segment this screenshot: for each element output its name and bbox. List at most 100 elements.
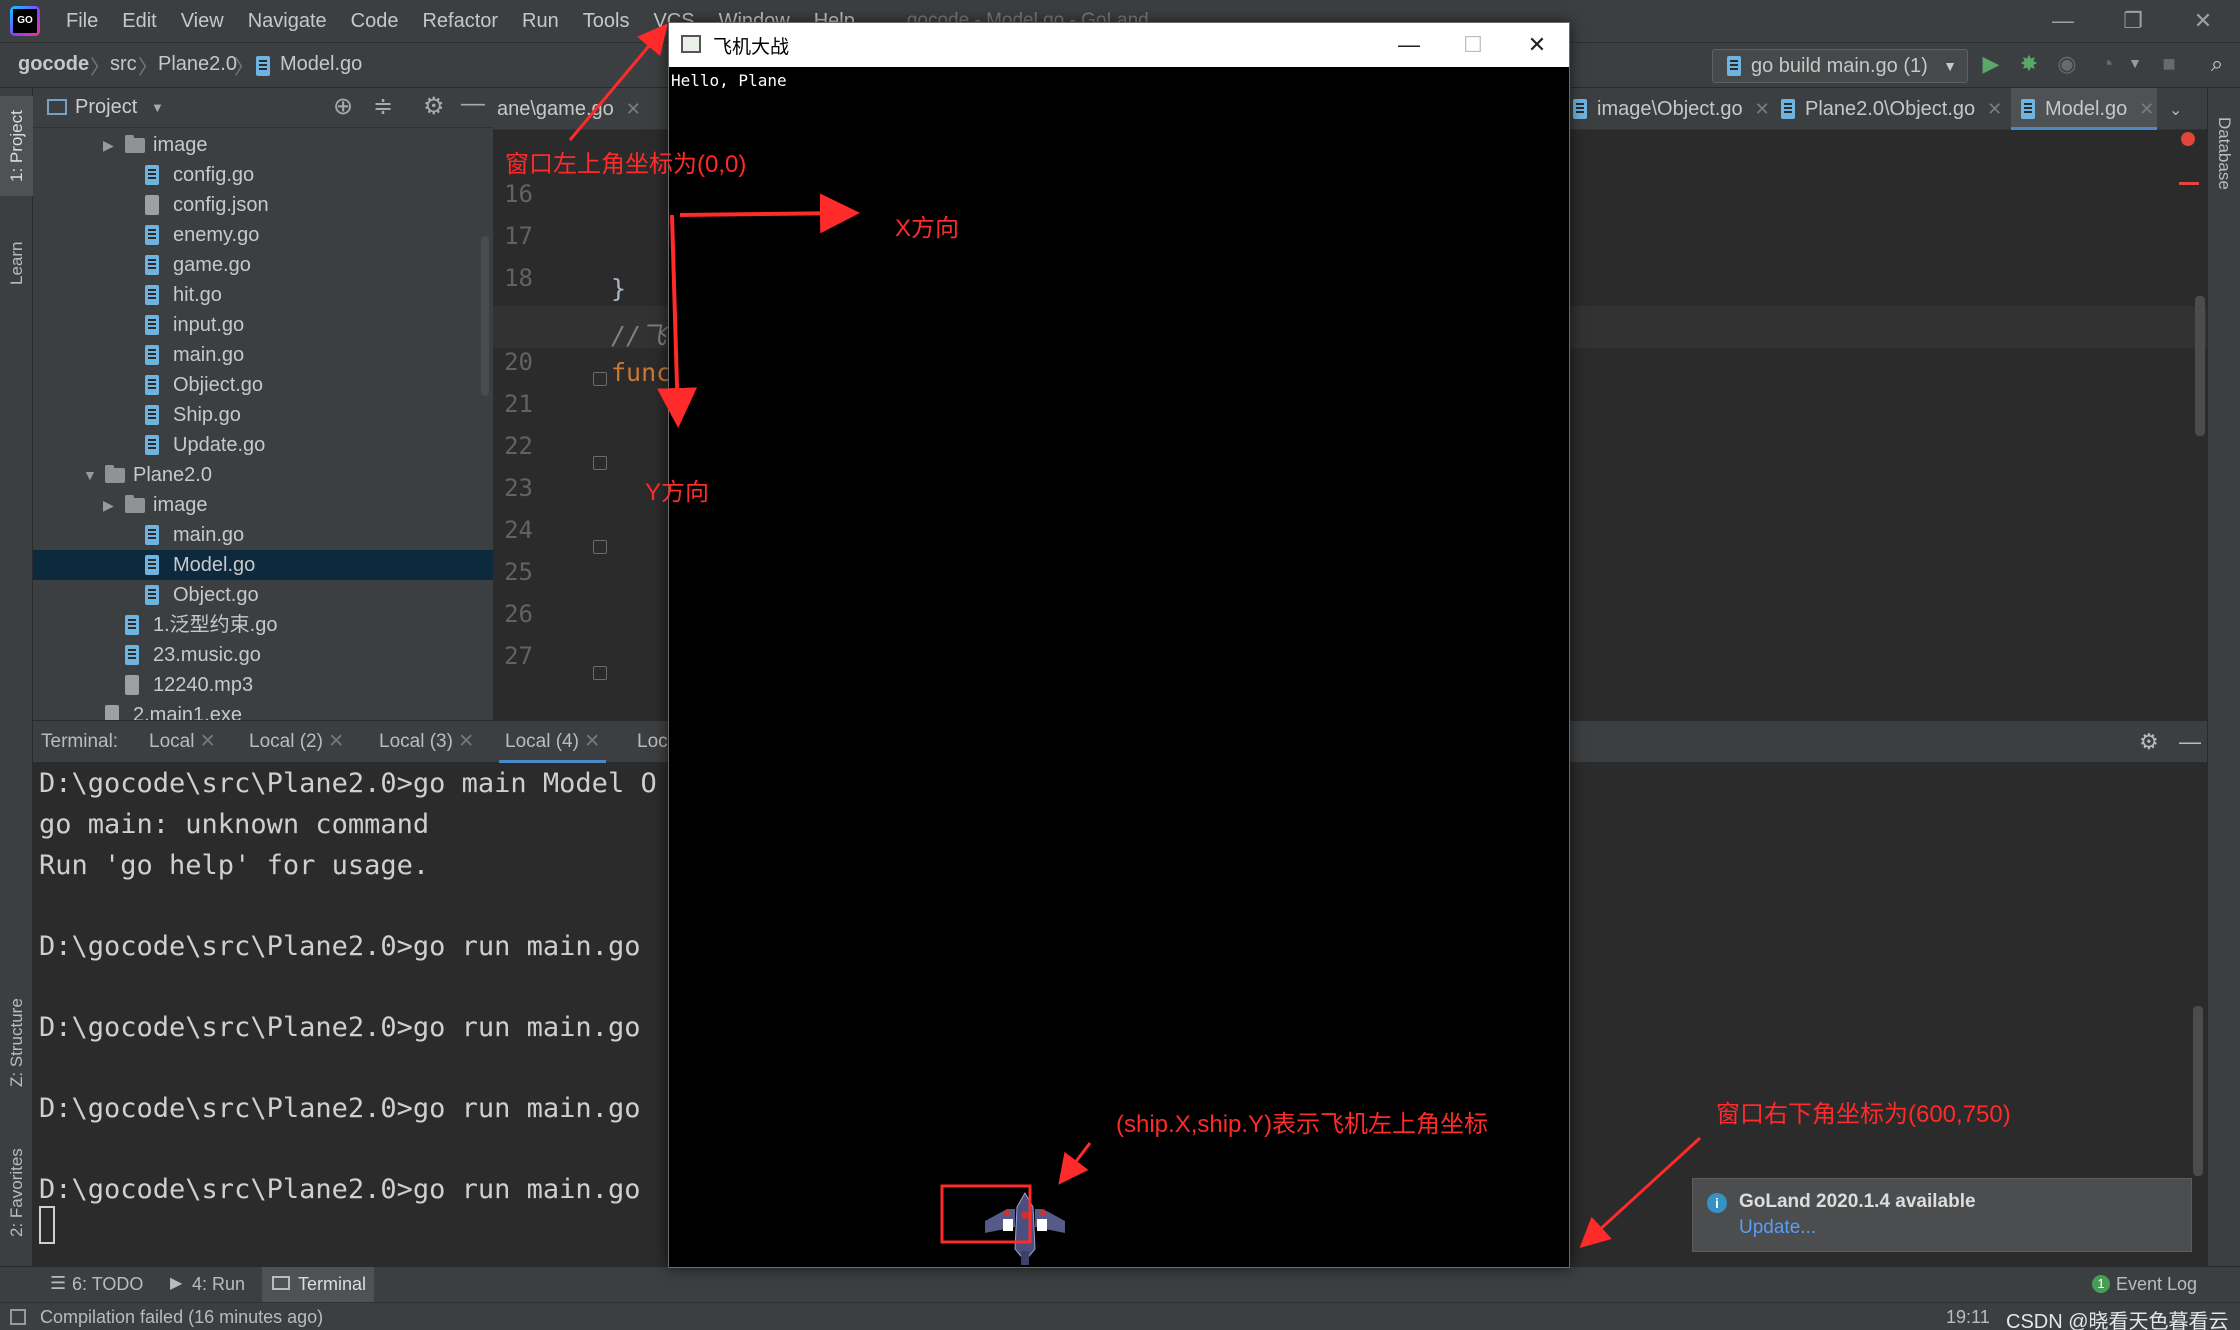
editor-scrollbar[interactable]	[2195, 296, 2205, 436]
tree-item[interactable]: ▶ image	[33, 130, 493, 160]
tab-database[interactable]: Database	[2208, 98, 2240, 208]
game-window[interactable]: 飞机大战 — ☐ ✕ Hello, Plane	[668, 22, 1570, 1268]
menu-run[interactable]: Run	[510, 0, 571, 42]
tree-item[interactable]: main.go	[33, 520, 493, 550]
locate-icon[interactable]: ⊕	[333, 92, 353, 121]
close-tab-icon[interactable]: ✕	[584, 731, 600, 752]
gear-icon[interactable]: ⚙	[2139, 721, 2159, 763]
terminal-tab-local[interactable]: Local ✕	[149, 721, 216, 763]
tool-tab-todo[interactable]: 6: TODO	[72, 1274, 143, 1295]
terminal-tab-local-4[interactable]: Local (4) ✕	[499, 721, 607, 763]
menu-view[interactable]: View	[169, 0, 236, 42]
menu-navigate[interactable]: Navigate	[236, 0, 339, 42]
tab-favorites[interactable]: 2: Favorites	[0, 1128, 33, 1258]
expand-arrow-closed-icon[interactable]: ▶	[103, 490, 114, 520]
coverage-icon[interactable]: ◉	[2050, 51, 2084, 77]
chevron-down-icon[interactable]: ▼	[151, 100, 164, 115]
tree-item[interactable]: Objiect.go	[33, 370, 493, 400]
close-icon[interactable]: ✕	[2170, 0, 2236, 42]
code-keyword-func[interactable]: func	[611, 358, 671, 387]
event-log-button[interactable]: Event Log	[2116, 1274, 2197, 1295]
restore-icon[interactable]: ❐	[2100, 0, 2166, 42]
status-message[interactable]: Compilation failed (16 minutes ago)	[40, 1307, 323, 1328]
tree-item[interactable]: Update.go	[33, 430, 493, 460]
hide-panel-icon[interactable]: —	[461, 90, 485, 118]
close-tab-icon[interactable]: ✕	[1755, 99, 1770, 119]
terminal-tab-local-2[interactable]: Local (2) ✕	[249, 721, 344, 763]
code-brace[interactable]: }	[611, 274, 626, 303]
fold-marker-icon[interactable]	[593, 456, 607, 470]
tab-learn[interactable]: Learn	[0, 218, 33, 308]
fold-marker-icon[interactable]	[593, 666, 607, 680]
hide-panel-icon[interactable]: —	[2179, 721, 2201, 763]
tool-tab-terminal[interactable]: Terminal	[262, 1267, 374, 1303]
tree-item[interactable]: Object.go	[33, 580, 493, 610]
tree-item[interactable]: config.json	[33, 190, 493, 220]
run-icon[interactable]: ▶	[1974, 51, 2008, 77]
tree-item[interactable]: config.go	[33, 160, 493, 190]
tree-item[interactable]: 1.泛型约束.go	[33, 610, 493, 640]
terminal-tab-local-5[interactable]: Loc	[637, 721, 668, 763]
tab-plane-object-go[interactable]: Plane2.0\Object.go ✕	[1771, 88, 2002, 130]
tab-image-object-go[interactable]: image\Object.go ✕	[1563, 88, 1770, 130]
error-indicator-icon[interactable]	[2181, 132, 2195, 146]
close-tab-icon[interactable]: ✕	[1987, 99, 2002, 119]
terminal-tab-local-3[interactable]: Local (3) ✕	[379, 721, 474, 763]
tab-game-go[interactable]: ane\game.go ✕	[493, 88, 641, 130]
minimize-icon[interactable]: —	[2030, 0, 2096, 42]
menu-edit[interactable]: Edit	[110, 0, 168, 42]
error-stripe-mark[interactable]	[2179, 182, 2199, 185]
menu-file[interactable]: File	[54, 0, 110, 42]
caret-position[interactable]: 19:11	[1946, 1307, 1990, 1328]
gear-icon[interactable]: ⚙	[423, 92, 445, 121]
status-toggle-icon[interactable]	[10, 1309, 26, 1325]
close-tab-icon[interactable]: ✕	[2139, 99, 2154, 119]
tree-item[interactable]: ▼ Plane2.0	[33, 460, 493, 490]
menu-refactor[interactable]: Refactor	[410, 0, 510, 42]
tree-item[interactable]: 2.main1.exe	[33, 700, 493, 720]
close-tab-icon[interactable]: ✕	[458, 731, 474, 752]
tab-project[interactable]: 1: Project	[0, 96, 33, 196]
breadcrumb-src[interactable]: src	[110, 53, 137, 76]
stop-icon[interactable]: ■	[2152, 51, 2186, 77]
tree-item[interactable]: 12240.mp3	[33, 670, 493, 700]
collapse-all-icon[interactable]: ≑	[373, 92, 393, 121]
breadcrumb-project[interactable]: gocode	[18, 53, 89, 76]
line-number: 23	[504, 474, 533, 502]
breadcrumb-plane[interactable]: Plane2.0	[158, 53, 237, 76]
search-icon[interactable]: ⌕	[2200, 51, 2234, 77]
tree-item[interactable]: ▶ image	[33, 490, 493, 520]
terminal-cursor[interactable]	[39, 1206, 55, 1244]
fold-marker-icon[interactable]	[593, 372, 607, 386]
tree-item[interactable]: Ship.go	[33, 400, 493, 430]
run-configuration-select[interactable]: go build main.go (1) ▼	[1712, 49, 1968, 83]
tree-item[interactable]: hit.go	[33, 280, 493, 310]
terminal-scrollbar[interactable]	[2193, 1006, 2203, 1176]
code-comment[interactable]: //飞	[611, 316, 666, 352]
menu-code[interactable]: Code	[339, 0, 411, 42]
breadcrumb-file[interactable]: Model.go	[280, 53, 362, 76]
close-tab-icon[interactable]: ✕	[626, 99, 641, 119]
project-scrollbar[interactable]	[481, 236, 489, 396]
tab-list-chevron-icon[interactable]: ⌄	[2169, 100, 2182, 120]
tree-item[interactable]: 23.music.go	[33, 640, 493, 670]
project-view-title[interactable]: Project	[75, 96, 137, 119]
tab-structure[interactable]: Z: Structure	[0, 978, 33, 1108]
expand-arrow-open-icon[interactable]: ▼	[83, 460, 97, 490]
chevron-down-icon[interactable]: ▼	[2118, 55, 2152, 71]
tree-item[interactable]: input.go	[33, 310, 493, 340]
tool-tab-run[interactable]: 4: Run	[192, 1274, 245, 1295]
tree-item[interactable]: enemy.go	[33, 220, 493, 250]
tree-item[interactable]: Model.go	[33, 550, 493, 580]
update-link[interactable]: Update...	[1739, 1217, 1816, 1239]
tree-item[interactable]: game.go	[33, 250, 493, 280]
tab-label: Local (3)	[379, 731, 453, 752]
close-tab-icon[interactable]: ✕	[200, 731, 216, 752]
tree-item[interactable]: main.go	[33, 340, 493, 370]
expand-arrow-closed-icon[interactable]: ▶	[103, 130, 114, 160]
menu-tools[interactable]: Tools	[571, 0, 642, 42]
fold-marker-icon[interactable]	[593, 540, 607, 554]
tab-model-go[interactable]: Model.go ✕	[2011, 88, 2157, 130]
debug-icon[interactable]: ✸	[2012, 51, 2046, 77]
close-tab-icon[interactable]: ✕	[328, 731, 344, 752]
